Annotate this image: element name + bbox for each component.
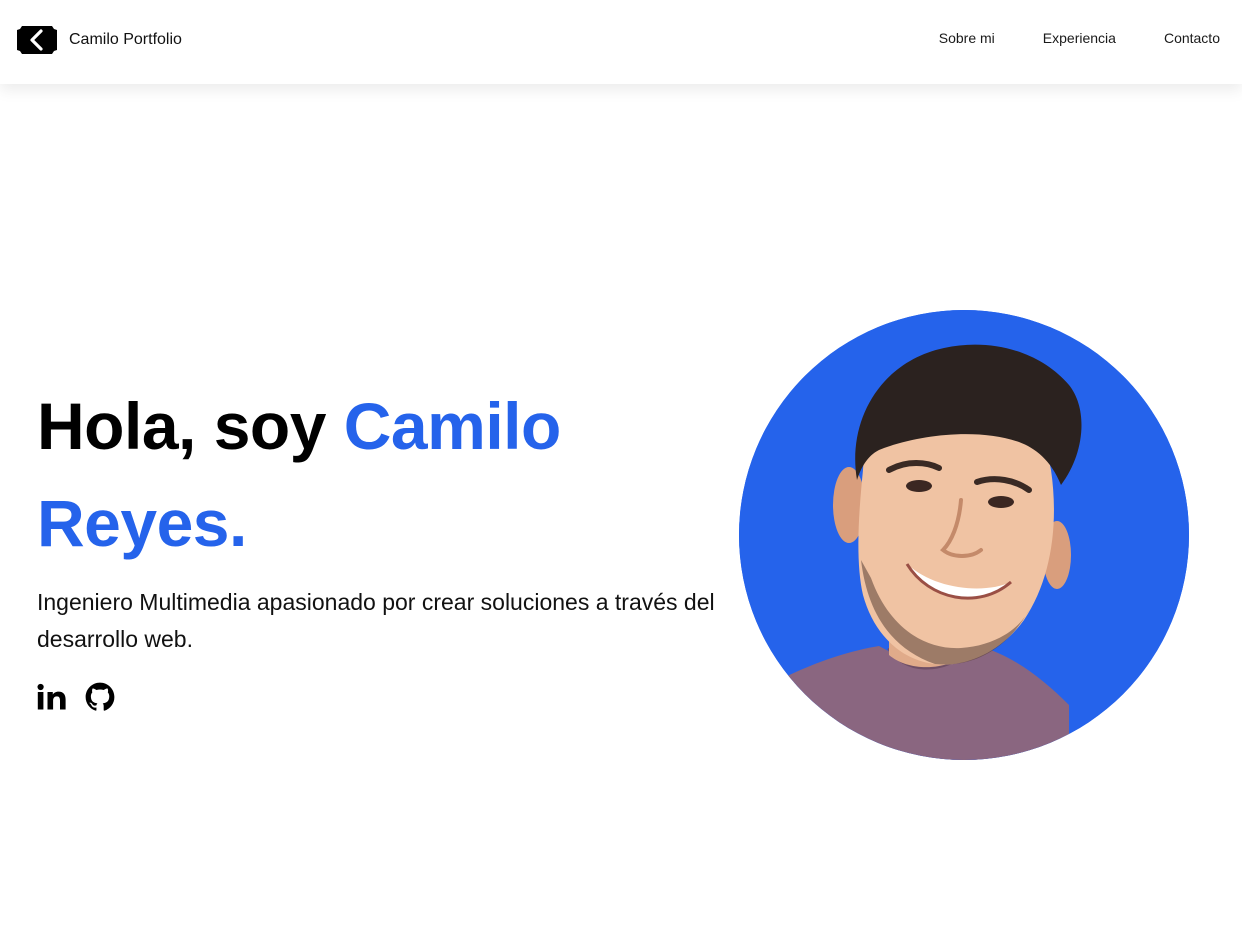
profile-photo (739, 310, 1189, 760)
nav-menu: Sobre mi Experiencia Contacto (939, 30, 1220, 46)
brand-home-link[interactable]: Camilo Portfolio (16, 24, 182, 56)
linkedin-icon (37, 683, 66, 710)
hero-title: Hola, soy Camilo Reyes. (37, 378, 727, 572)
nav-link-contacto[interactable]: Contacto (1164, 30, 1220, 46)
github-link[interactable] (85, 682, 115, 712)
nav-link-sobre-mi[interactable]: Sobre mi (939, 30, 995, 46)
profile-photo-illustration (739, 310, 1189, 760)
nav-link-experiencia[interactable]: Experiencia (1043, 30, 1116, 46)
hero-subtitle: Ingeniero Multimedia apasionado por crea… (37, 589, 715, 652)
brand-name: Camilo Portfolio (69, 31, 182, 48)
social-links (37, 682, 727, 712)
hero-text: Hola, soy Camilo Reyes. Ingeniero Multim… (37, 378, 727, 712)
linkedin-link[interactable] (37, 682, 67, 712)
hero-greeting: Hola, soy (37, 389, 344, 463)
navbar: Camilo Portfolio Sobre mi Experiencia Co… (0, 0, 1242, 84)
chevron-left-badge-icon (17, 26, 57, 54)
github-icon (85, 682, 115, 711)
